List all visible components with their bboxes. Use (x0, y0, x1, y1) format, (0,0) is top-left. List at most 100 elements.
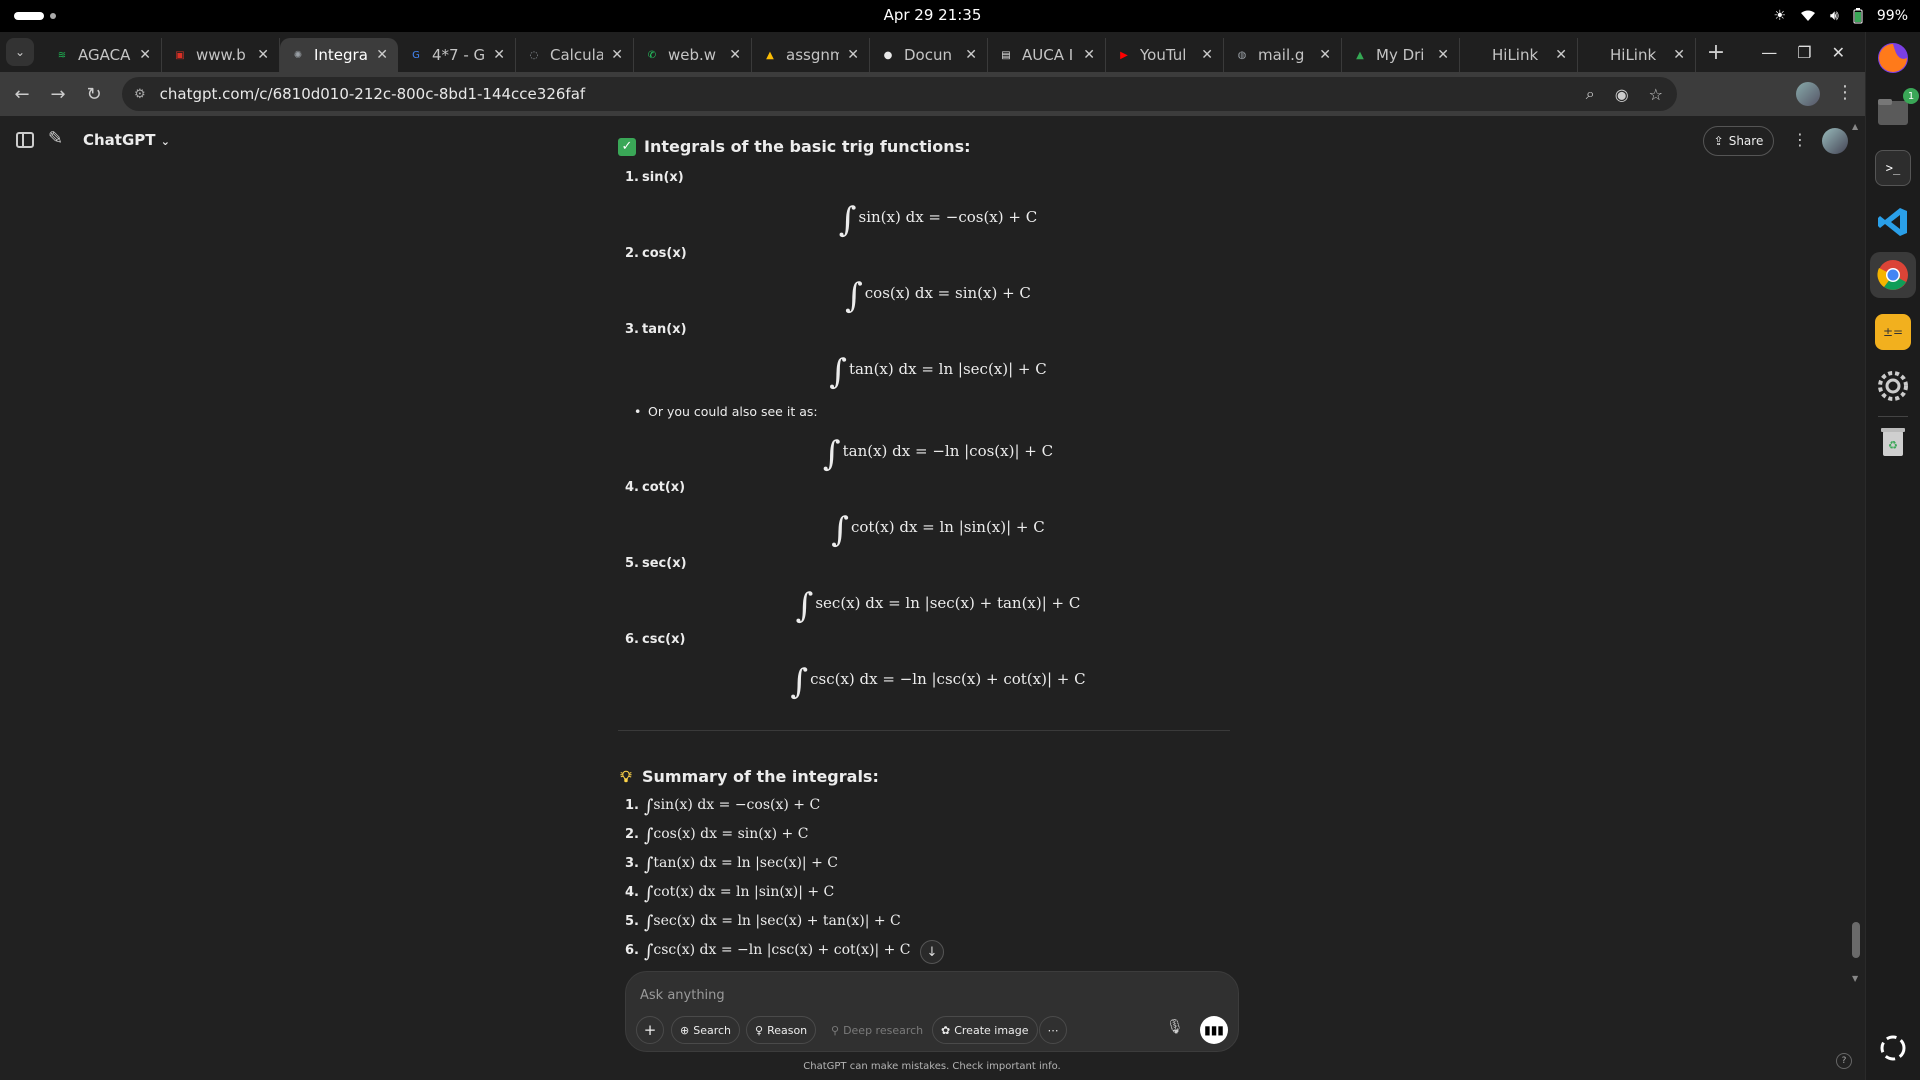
browser-tab[interactable]: ▤ AUCA I ✕ (988, 38, 1106, 72)
create-image-button[interactable]: ✿ Create image (932, 1016, 1038, 1044)
whatsapp-icon: ✆ (647, 49, 657, 61)
close-tab-icon[interactable]: ✕ (1555, 47, 1567, 63)
close-tab-icon[interactable]: ✕ (1437, 47, 1449, 63)
close-tab-icon[interactable]: ✕ (376, 47, 388, 63)
files-icon[interactable]: 1 (1875, 88, 1919, 130)
close-tab-icon[interactable]: ✕ (847, 47, 859, 63)
close-tab-icon[interactable]: ✕ (1673, 47, 1685, 63)
close-tab-icon[interactable]: ✕ (729, 47, 741, 63)
browser-menu-icon[interactable]: ⋮ (1836, 82, 1854, 103)
model-selector[interactable]: ChatGPT ⌄ (83, 131, 170, 149)
user-avatar[interactable] (1822, 128, 1848, 154)
browser-tab[interactable]: ◍ mail.g ✕ (1224, 38, 1342, 72)
tab-title: My Dri (1376, 46, 1425, 64)
restore-icon[interactable]: ❐ (1797, 43, 1811, 62)
minimize-icon[interactable]: — (1761, 43, 1777, 62)
close-tab-icon[interactable]: ✕ (965, 47, 977, 63)
chrome-icon[interactable] (1875, 257, 1911, 293)
browser-tab[interactable]: ● Docun ✕ (870, 38, 988, 72)
close-tab-icon[interactable]: ✕ (139, 47, 151, 63)
back-button[interactable]: ← (4, 84, 40, 105)
check-mark-icon: ✓ (618, 137, 636, 156)
dictate-mic-icon[interactable]: 🎙︎ (1166, 1019, 1184, 1035)
page-scrollbar-thumb[interactable] (1852, 922, 1860, 958)
tracking-eye-icon[interactable]: ◉ (1615, 85, 1629, 104)
close-tab-icon[interactable]: ✕ (257, 47, 269, 63)
chevron-down-icon: ⌄ (160, 135, 170, 148)
window-controls: — ❐ ✕ (1761, 32, 1865, 72)
tab-title: assgnm (786, 46, 840, 64)
spotify-icon: ≋ (57, 49, 67, 61)
google-icon: G (412, 49, 420, 61)
calculator-icon[interactable]: ±= (1875, 314, 1911, 350)
browser-tab[interactable]: HiLink ✕ (1578, 38, 1696, 72)
youtube-icon: ▶ (1120, 49, 1128, 61)
system-clock[interactable]: Apr 29 21:35 (0, 0, 1865, 32)
item-label: 3. tan(x) (625, 322, 687, 337)
zoom-icon[interactable]: ⌕ (1586, 84, 1595, 104)
plus-icon: + (643, 1021, 657, 1039)
tab-title: www.b (196, 46, 246, 64)
bookmark-star-icon[interactable]: ☆ (1649, 85, 1663, 104)
scroll-up-arrow-icon[interactable]: ▲ (1852, 122, 1858, 131)
more-tools-button[interactable]: ⋯ (1039, 1016, 1067, 1044)
tab-search-button[interactable]: ⌄ (6, 38, 34, 66)
forward-button[interactable]: → (40, 84, 76, 105)
item-label: 4. cot(x) (625, 480, 686, 495)
terminal-icon[interactable]: >_ (1875, 150, 1911, 186)
conversation-menu-icon[interactable]: ⋮ (1792, 130, 1808, 149)
deep-research-button[interactable]: ⚲ Deep research (822, 1016, 932, 1044)
browser-tab[interactable]: ✺ Integra ✕ (280, 38, 398, 72)
browser-toolbar: ← → ↻ ⚙ chatgpt.com/c/6810d010-212c-800c… (0, 72, 1865, 116)
browser-profile-avatar[interactable] (1796, 82, 1820, 106)
settings-gear-icon[interactable] (1875, 368, 1911, 404)
search-button[interactable]: ⊕ Search (671, 1016, 741, 1044)
trash-icon[interactable]: ♻ (1875, 424, 1911, 460)
globe-icon: ⊕ (680, 1023, 690, 1037)
wifi-icon (1800, 10, 1816, 22)
prompt-input[interactable] (640, 984, 1200, 1006)
voice-mode-button[interactable]: ▮▮▮ (1200, 1016, 1228, 1044)
close-window-icon[interactable]: ✕ (1832, 43, 1845, 62)
formula-block: ∫ sec(x) dx = ln |sec(x) + tan(x)| + C (795, 586, 1081, 626)
telescope-icon: ⚲ (831, 1023, 840, 1037)
formula-block: ∫ cos(x) dx = sin(x) + C (845, 276, 1031, 316)
share-button[interactable]: ⇪ Share (1703, 126, 1774, 156)
document-icon: ▤ (1001, 49, 1011, 61)
help-icon[interactable]: ? (1836, 1053, 1852, 1069)
close-tab-icon[interactable]: ✕ (611, 47, 623, 63)
scroll-down-arrow-icon[interactable]: ▼ (1852, 974, 1858, 983)
close-tab-icon[interactable]: ✕ (1319, 47, 1331, 63)
new-chat-icon[interactable]: ✎ (48, 128, 63, 149)
close-tab-icon[interactable]: ✕ (493, 47, 505, 63)
reload-button[interactable]: ↻ (76, 84, 112, 105)
summary-item: 2. ∫cos(x) dx = sin(x) + C (625, 825, 809, 846)
close-tab-icon[interactable]: ✕ (1083, 47, 1095, 63)
browser-tab[interactable]: G 4*7 - G ✕ (398, 38, 516, 72)
firefox-icon[interactable] (1875, 40, 1911, 76)
address-bar[interactable]: ⚙ chatgpt.com/c/6810d010-212c-800c-8bd1-… (122, 77, 1677, 111)
browser-tab[interactable]: ✆ web.w ✕ (634, 38, 752, 72)
vscode-icon[interactable] (1875, 204, 1911, 240)
system-tray[interactable]: ☀ 🔊︎ 99% (1773, 0, 1908, 32)
reason-button[interactable]: ♀ Reason (746, 1016, 817, 1044)
browser-tab[interactable]: ◌ Calcula ✕ (516, 38, 634, 72)
new-tab-button[interactable]: + (1702, 40, 1730, 65)
attach-button[interactable]: + (636, 1016, 664, 1044)
browser-tab[interactable]: ▲ assgnm ✕ (752, 38, 870, 72)
browser-tab[interactable]: HiLink ✕ (1460, 38, 1578, 72)
show-apps-icon[interactable] (1875, 1030, 1911, 1066)
browser-tab[interactable]: ≋ AGACA ✕ (44, 38, 162, 72)
close-tab-icon[interactable]: ✕ (1201, 47, 1213, 63)
browser-tab[interactable]: ▶ YouTul ✕ (1106, 38, 1224, 72)
light-bulb-icon: ♀ (755, 1023, 764, 1037)
tab-title: AGACA (78, 46, 131, 64)
sidebar-toggle-icon[interactable] (16, 132, 34, 148)
scroll-to-bottom-button[interactable]: ↓ (920, 940, 944, 964)
tab-title: Docun (904, 46, 952, 64)
browser-tab[interactable]: ▲ My Dri ✕ (1342, 38, 1460, 72)
ellipsis-icon: ⋯ (1047, 1023, 1059, 1037)
volume-icon: 🔊︎ (1830, 8, 1839, 24)
site-info-icon[interactable]: ⚙ (134, 87, 146, 102)
browser-tab[interactable]: ▣ www.b ✕ (162, 38, 280, 72)
